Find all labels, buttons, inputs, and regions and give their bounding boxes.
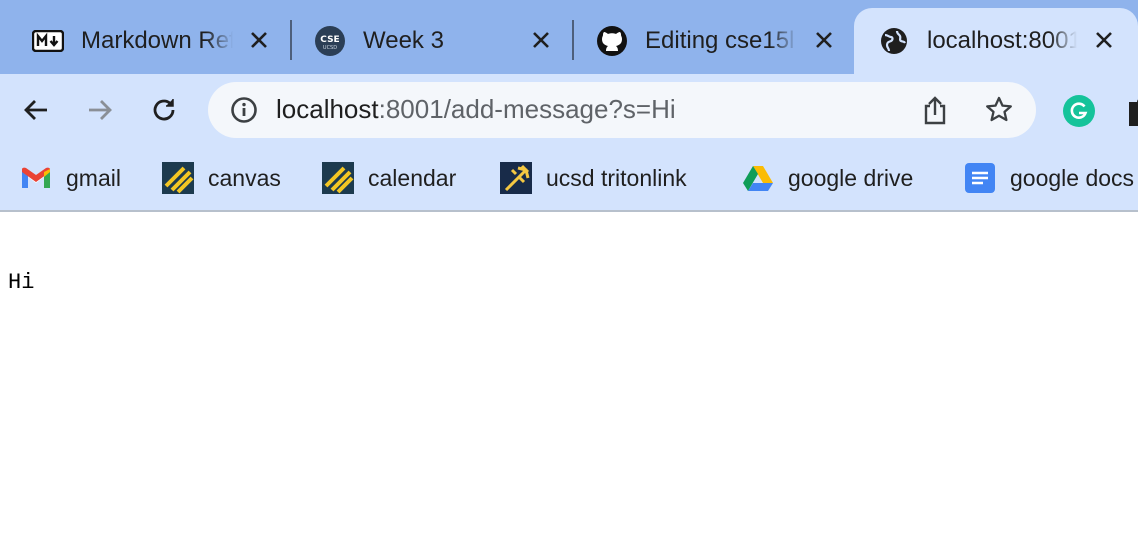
- trident-icon: [500, 162, 532, 194]
- gmail-icon: [20, 162, 52, 194]
- close-tab-icon[interactable]: [245, 26, 273, 54]
- extensions-puzzle-icon[interactable]: [1126, 96, 1138, 126]
- browser-chrome: Markdown Reference CSEUCSD Week 3 Editin…: [0, 0, 1138, 212]
- bookmark-label: canvas: [208, 164, 281, 191]
- tab-title: Markdown Reference: [81, 27, 233, 54]
- bookmark-label: calendar: [368, 164, 457, 191]
- tab-title: Editing cse15l: [645, 27, 795, 54]
- reload-icon: [153, 99, 175, 121]
- back-button[interactable]: [16, 90, 56, 130]
- bookmark-google-drive[interactable]: google drive: [742, 160, 913, 196]
- close-tab-icon[interactable]: [527, 26, 555, 54]
- markdown-icon: [32, 25, 64, 57]
- tab-title: localhost:8001: [927, 27, 1077, 54]
- bookmark-calendar[interactable]: calendar: [322, 160, 456, 196]
- cse-ucsd-icon: CSE UCSD: [314, 25, 346, 57]
- close-tab-icon[interactable]: [1090, 26, 1118, 54]
- tab-title: Week 3: [363, 27, 444, 54]
- bookmark-label: gmail: [66, 164, 121, 191]
- url-path: :8001/add-message?s=Hi: [378, 94, 676, 124]
- bookmark-gmail[interactable]: gmail: [20, 160, 121, 196]
- forward-arrow-icon: [89, 100, 112, 120]
- svg-text:CSE: CSE: [320, 35, 339, 45]
- google-drive-icon: [742, 162, 774, 194]
- canvas-icon: [162, 162, 194, 194]
- bookmark-label: ucsd tritonlink: [546, 164, 687, 191]
- close-tab-icon[interactable]: [810, 26, 838, 54]
- toolbar-divider: [0, 210, 1138, 212]
- bookmark-label: google docs: [1010, 164, 1135, 191]
- grammarly-extension-icon[interactable]: [1063, 95, 1095, 127]
- svg-text:UCSD: UCSD: [323, 45, 337, 51]
- share-icon[interactable]: [920, 94, 950, 126]
- url-host: localhost: [276, 94, 379, 124]
- calendar-icon: [322, 162, 354, 194]
- globe-icon: [878, 25, 910, 57]
- bookmark-ucsd-tritonlink[interactable]: ucsd tritonlink: [500, 160, 687, 196]
- bookmark-canvas[interactable]: canvas: [162, 160, 281, 196]
- back-arrow-icon: [24, 100, 47, 120]
- site-info-icon[interactable]: [230, 96, 258, 124]
- google-docs-icon: [964, 162, 996, 194]
- url-text[interactable]: localhost:8001/add-message?s=Hi: [276, 94, 676, 125]
- reload-button[interactable]: [144, 90, 184, 130]
- github-icon: [596, 25, 628, 57]
- forward-button[interactable]: [80, 90, 120, 130]
- bookmark-star-icon[interactable]: [984, 95, 1014, 125]
- bookmark-label: google drive: [788, 164, 914, 191]
- address-bar[interactable]: localhost:8001/add-message?s=Hi: [208, 82, 1036, 138]
- bookmark-google-docs[interactable]: google docs: [964, 160, 1134, 196]
- page-content-text: Hi: [8, 270, 35, 295]
